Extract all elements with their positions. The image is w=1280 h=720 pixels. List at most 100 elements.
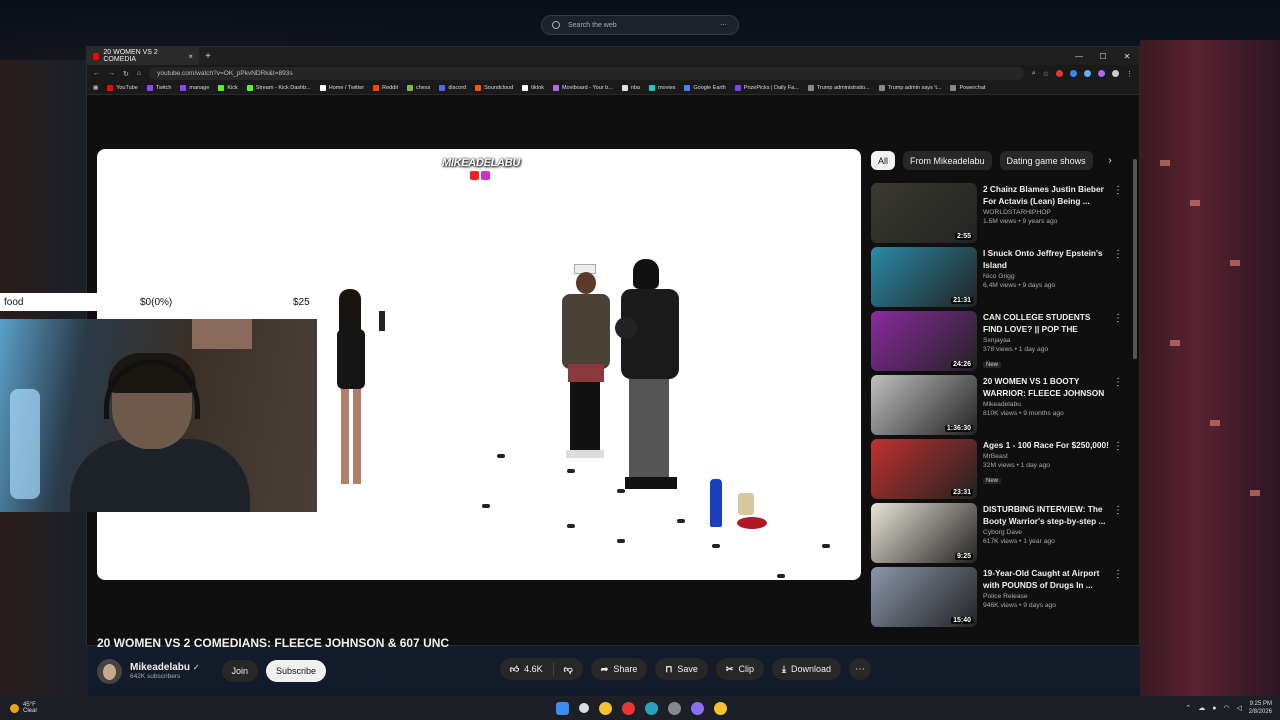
join-button[interactable]: Join: [221, 660, 259, 682]
related-video-channel[interactable]: Police Release: [983, 593, 1109, 600]
related-video-title[interactable]: CAN COLLEGE STUDENTS FIND LOVE? || POP T…: [983, 311, 1109, 335]
save-button[interactable]: ⊓ Save: [655, 658, 708, 680]
video-thumbnail[interactable]: 9:25: [871, 503, 977, 563]
volume-icon[interactable]: ◁: [1237, 704, 1242, 712]
bookmark-star-icon[interactable]: ☆: [1043, 70, 1049, 78]
related-video-channel[interactable]: Mikeadelabu: [983, 401, 1109, 408]
tray-chevron-icon[interactable]: ⌃: [1185, 704, 1191, 712]
mic-icon[interactable]: ●: [1212, 705, 1216, 712]
like-button[interactable]: 👍︎ 4.6K: [500, 664, 553, 675]
extension-icon[interactable]: [1056, 70, 1063, 77]
back-icon[interactable]: ←: [93, 70, 100, 77]
search-icon[interactable]: [579, 703, 589, 713]
bookmark-item[interactable]: Stream - Kick Dashb...: [246, 85, 311, 91]
browser-tab[interactable]: 20 WOMEN VS 2 COMEDIA ×: [87, 47, 199, 65]
download-button[interactable]: ⤓ Download: [771, 658, 841, 680]
more-options-icon[interactable]: ⋮: [1113, 377, 1123, 388]
more-options-icon[interactable]: ⋮: [1113, 441, 1123, 452]
chevron-right-icon[interactable]: ›: [1101, 151, 1120, 170]
share-button[interactable]: ➦ Share: [590, 658, 648, 680]
edge-icon[interactable]: [645, 701, 658, 715]
bookmark-item[interactable]: Moviboard - Your b...: [553, 85, 613, 91]
cloud-icon[interactable]: ☁: [1198, 704, 1205, 712]
apps-grid-icon[interactable]: ▦: [93, 85, 98, 91]
related-video-title[interactable]: 2 Chainz Blames Justin Bieber For Actavi…: [983, 183, 1109, 207]
wifi-icon[interactable]: ◠: [1224, 704, 1230, 712]
new-tab-button[interactable]: +: [199, 51, 217, 62]
video-thumbnail[interactable]: 2:55: [871, 183, 977, 243]
related-video-title[interactable]: 20 WOMEN VS 1 BOOTY WARRIOR: FLEECE JOHN…: [983, 375, 1109, 399]
bookmark-item[interactable]: Kick: [218, 85, 238, 91]
bookmark-item[interactable]: tiktok: [522, 85, 544, 91]
related-video-title[interactable]: 19-Year-Old Caught at Airport with POUND…: [983, 567, 1109, 591]
video-thumbnail[interactable]: 1:36:30: [871, 375, 977, 435]
browser-menu-icon[interactable]: ⋮: [1126, 70, 1133, 78]
dislike-button[interactable]: 👎︎: [554, 664, 583, 675]
bookmark-item[interactable]: Trump administratio...: [807, 85, 870, 91]
extension-icon[interactable]: [1098, 70, 1105, 77]
extension-icon[interactable]: [1070, 70, 1077, 77]
subscribe-button[interactable]: Subscribe: [266, 660, 327, 682]
related-video-item[interactable]: 2:55 2 Chainz Blames Justin Bieber For A…: [871, 183, 1123, 247]
bookmark-item[interactable]: manage: [180, 85, 209, 91]
media-icon[interactable]: [622, 701, 635, 715]
related-video-item[interactable]: 24:26 CAN COLLEGE STUDENTS FIND LOVE? ||…: [871, 311, 1123, 375]
related-video-item[interactable]: 1:36:30 20 WOMEN VS 1 BOOTY WARRIOR: FLE…: [871, 375, 1123, 439]
related-video-channel[interactable]: Nico Grigg: [983, 273, 1109, 280]
url-field[interactable]: youtube.com/watch?v=OK_pPkvNDRk&t=893s: [149, 67, 1024, 80]
related-video-item[interactable]: 21:31 I Snuck Onto Jeffrey Epstein's Isl…: [871, 247, 1123, 311]
desktop-search-bar[interactable]: Search the web ⋯: [541, 15, 739, 35]
video-thumbnail[interactable]: 21:31: [871, 247, 977, 307]
browser-icon[interactable]: [714, 701, 727, 715]
filter-chip[interactable]: Dating game shows: [999, 151, 1093, 170]
extension-icon[interactable]: [1084, 70, 1091, 77]
minimize-button[interactable]: —: [1067, 52, 1091, 61]
extension-icon[interactable]: [1112, 70, 1119, 77]
steam-icon[interactable]: [668, 701, 681, 715]
clip-button[interactable]: ✂ Clip: [715, 658, 764, 680]
bookmark-item[interactable]: Soundcloud: [475, 85, 513, 91]
related-video-channel[interactable]: MrBeast: [983, 453, 1109, 460]
related-video-item[interactable]: 15:40 19-Year-Old Caught at Airport with…: [871, 567, 1123, 631]
more-options-icon[interactable]: ⋮: [1113, 313, 1123, 324]
related-video-channel[interactable]: Cyborg Dave: [983, 529, 1109, 536]
discord-icon[interactable]: [691, 701, 704, 715]
forward-icon[interactable]: →: [108, 70, 115, 77]
related-video-channel[interactable]: Sxnjayaa: [983, 337, 1109, 344]
start-icon[interactable]: [556, 701, 569, 715]
tab-close-icon[interactable]: ×: [188, 52, 193, 61]
video-thumbnail[interactable]: 24:26: [871, 311, 977, 371]
zoom-icon[interactable]: ⌕: [1032, 70, 1036, 78]
bookmark-item[interactable]: Powerchat: [950, 85, 985, 91]
bookmark-item[interactable]: Twitch: [146, 85, 171, 91]
bookmark-item[interactable]: Reddit: [373, 85, 398, 91]
channel-avatar[interactable]: [97, 658, 122, 684]
video-thumbnail[interactable]: 23:31: [871, 439, 977, 499]
more-actions-button[interactable]: ⋯: [849, 658, 871, 680]
more-options-icon[interactable]: ⋮: [1113, 185, 1123, 196]
page-scrollbar[interactable]: [1133, 159, 1137, 359]
more-options-icon[interactable]: ⋮: [1113, 569, 1123, 580]
related-video-title[interactable]: DISTURBING INTERVIEW: The Booty Warrior'…: [983, 503, 1109, 527]
close-window-button[interactable]: ✕: [1115, 52, 1139, 61]
clock[interactable]: 9:25 PM 2/8/2026: [1249, 700, 1272, 716]
related-video-title[interactable]: I Snuck Onto Jeffrey Epstein's Island: [983, 247, 1109, 271]
chrome-icon[interactable]: [599, 701, 612, 715]
bookmark-item[interactable]: Google Earth: [684, 85, 726, 91]
bookmark-item[interactable]: Home / Twitter: [319, 85, 364, 91]
more-options-icon[interactable]: ⋮: [1113, 505, 1123, 516]
more-options-icon[interactable]: ⋮: [1113, 249, 1123, 260]
reload-icon[interactable]: ↻: [123, 70, 129, 78]
desktop-search-more[interactable]: ⋯: [720, 21, 728, 29]
bookmark-item[interactable]: chess: [407, 85, 430, 91]
maximize-button[interactable]: ☐: [1091, 52, 1115, 61]
related-video-title[interactable]: Ages 1 - 100 Race For $250,000!: [983, 439, 1109, 451]
channel-name[interactable]: Mikeadelabu ✓: [130, 662, 200, 673]
bookmark-item[interactable]: movies: [648, 85, 675, 91]
bookmark-item[interactable]: Trump admin says 't...: [878, 85, 941, 91]
bookmark-item[interactable]: YouTube: [107, 85, 138, 91]
filter-chip[interactable]: All: [871, 151, 896, 170]
related-video-channel[interactable]: WORLDSTARHIPHOP: [983, 209, 1109, 216]
bookmark-item[interactable]: discord: [439, 85, 466, 91]
weather-widget[interactable]: 45°F Clear: [0, 702, 37, 714]
